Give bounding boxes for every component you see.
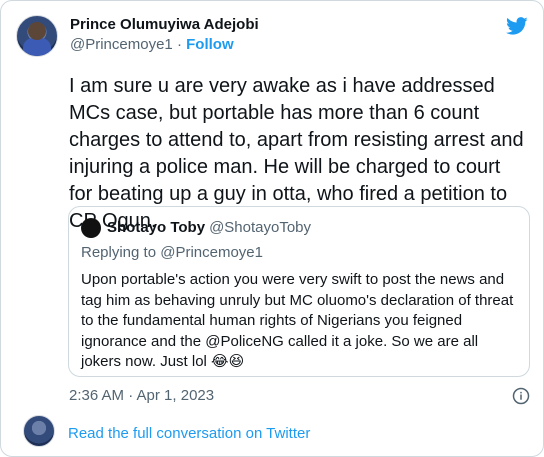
author-avatar[interactable] — [16, 15, 58, 57]
tweet-header: Prince Olumuyiwa Adejobi @Princemoye1 · … — [16, 15, 259, 57]
author-handle[interactable]: @Princemoye1 — [70, 36, 173, 53]
tweet-timestamp[interactable]: 2:36 AM · Apr 1, 2023 — [69, 387, 214, 404]
tweet-card: Prince Olumuyiwa Adejobi @Princemoye1 · … — [0, 0, 544, 457]
quoted-text: Upon portable's action you were very swi… — [81, 271, 514, 370]
quoted-tweet[interactable]: Shotayo Toby @ShotayoToby Replying to @P… — [68, 206, 530, 377]
author-handle-row: @Princemoye1 · Follow — [70, 35, 259, 55]
author-info: Prince Olumuyiwa Adejobi @Princemoye1 · … — [70, 15, 259, 55]
quoted-author-handle: @ShotayoToby — [209, 219, 312, 236]
quoted-author-name: Shotayo Toby — [107, 219, 206, 236]
quoted-header: Shotayo Toby @ShotayoToby — [81, 218, 517, 238]
separator: · — [176, 36, 182, 53]
info-icon[interactable] — [512, 387, 530, 405]
replying-to-handle: @Princemoye1 — [160, 244, 263, 261]
twitter-bird-icon[interactable] — [504, 15, 530, 37]
quoted-avatar — [81, 218, 101, 238]
replying-to: Replying to @Princemoye1 — [81, 243, 517, 263]
author-name[interactable]: Prince Olumuyiwa Adejobi — [70, 15, 259, 35]
follow-button[interactable]: Follow — [186, 36, 234, 53]
footer-avatar[interactable] — [23, 415, 55, 447]
read-conversation-link[interactable]: Read the full conversation on Twitter — [68, 425, 310, 442]
replying-prefix: Replying to — [81, 244, 157, 261]
